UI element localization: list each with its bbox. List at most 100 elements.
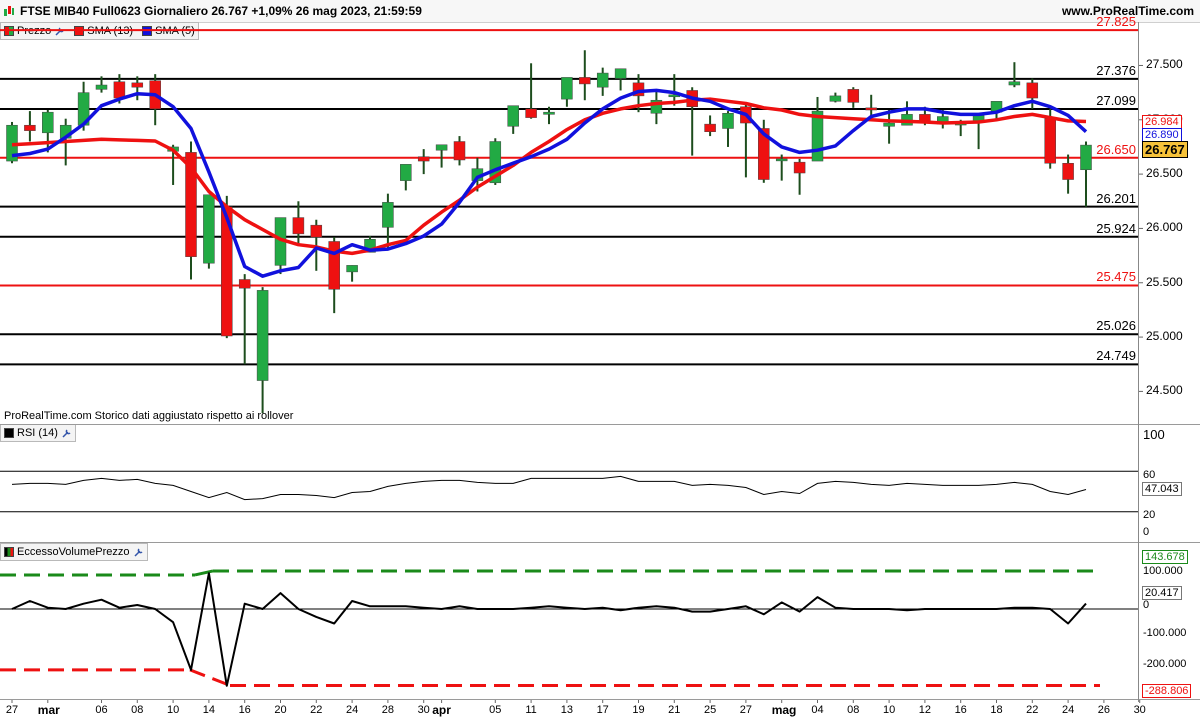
candle-body: [256, 290, 269, 381]
x-tick-label: 18: [990, 704, 1003, 716]
x-tick-label: 22: [310, 704, 323, 716]
evp-upper-band-step: [194, 569, 214, 577]
candle-body: [24, 124, 36, 131]
x-tick-label: 14: [202, 704, 216, 716]
level-label: 25.924: [1096, 220, 1136, 236]
x-tick-label: 06: [95, 704, 108, 716]
candle-body: [310, 224, 323, 238]
candle-body: [1062, 162, 1074, 180]
price-tick-label: 25.500: [1146, 274, 1183, 289]
level-label: 27.099: [1096, 93, 1136, 109]
price-tick-label: 26.500: [1146, 166, 1183, 181]
x-tick-label: 19: [632, 704, 645, 716]
x-tick-label: 10: [882, 704, 896, 716]
candle-body: [1008, 81, 1021, 86]
level-label: 26.650: [1096, 141, 1136, 157]
level-label: 24.749: [1096, 348, 1136, 364]
chart-canvas[interactable]: [0, 0, 1200, 720]
price-axis-line: [1138, 22, 1139, 702]
x-tick-label: 30: [1133, 704, 1146, 716]
candle-body: [113, 81, 126, 99]
rsi-tick-0: 0: [1143, 526, 1150, 538]
x-tick-label: 17: [596, 704, 609, 716]
candle-body: [829, 95, 842, 102]
candle-body: [704, 123, 716, 132]
sma5-value-badge: 26.890: [1142, 128, 1182, 142]
candle-body: [883, 122, 895, 127]
x-tick-label: 08: [131, 704, 144, 716]
x-tick-label: 08: [847, 704, 860, 716]
candle-body: [919, 114, 931, 122]
candle-body: [847, 89, 860, 103]
level-label: 27.376: [1096, 62, 1136, 78]
level-label: 26.201: [1096, 190, 1136, 206]
x-tick-label: 24: [1061, 704, 1075, 716]
candle-body: [525, 108, 537, 118]
candle-body: [561, 77, 573, 100]
x-tick-label: mag: [771, 703, 797, 717]
candle-body: [614, 68, 627, 79]
candle-body: [417, 156, 430, 162]
candle-body: [865, 107, 877, 111]
evp-value-badge: 20.417: [1142, 586, 1182, 600]
rsi-line: [11, 475, 1087, 501]
level-label: 27.825: [1096, 14, 1136, 30]
x-tick-label: 21: [668, 704, 681, 716]
candle-body: [292, 217, 305, 235]
x-tick-label: 25: [703, 704, 717, 716]
x-tick-label: 05: [489, 704, 502, 716]
x-tick-label: 20: [274, 704, 287, 716]
candle-body: [579, 77, 591, 85]
panel-separator: [0, 542, 1200, 543]
candle-body: [382, 202, 394, 228]
candle-body: [238, 279, 251, 289]
candle-body: [543, 111, 555, 115]
candle-body: [400, 164, 412, 181]
candle-body: [596, 72, 609, 88]
x-tick-label: 22: [1026, 704, 1039, 716]
x-tick-label: mar: [37, 703, 60, 717]
candle-body: [507, 105, 519, 127]
x-tick-label: 27: [5, 704, 19, 716]
x-tick-label: 04: [811, 704, 824, 716]
candle-body: [435, 144, 448, 151]
evp-zero-label: 0: [1143, 599, 1150, 611]
price-tick-label: 26.000: [1146, 220, 1183, 235]
candle-body: [42, 111, 54, 134]
x-tick-label: 28: [381, 704, 395, 716]
rsi-tick-100: 100: [1143, 427, 1165, 442]
evp-upper-badge: 143.678: [1142, 550, 1188, 564]
candle-body: [346, 265, 358, 273]
level-label: 25.475: [1096, 269, 1136, 285]
x-tick-label: 11: [525, 704, 537, 716]
x-tick-label: 12: [918, 704, 932, 716]
candle-body: [811, 110, 824, 162]
x-tick-label: 27: [739, 704, 753, 716]
price-tick-label: 25.000: [1146, 329, 1183, 344]
x-tick-label: 26: [1097, 704, 1111, 716]
evp-lower-badge: -288.806: [1142, 684, 1192, 698]
x-tick-label: 16: [954, 704, 967, 716]
evp-tick-minus200000: -200.000: [1143, 658, 1187, 670]
level-label: 25.026: [1096, 318, 1136, 334]
rsi-tick-20: 20: [1143, 509, 1156, 521]
evp-tick-minus100000: -100.000: [1143, 627, 1187, 639]
panel-separator: [0, 424, 1200, 425]
x-tick-label: 13: [560, 704, 574, 716]
evp-tick-100000: 100.000: [1143, 565, 1183, 577]
rsi-tick-60: 60: [1143, 469, 1156, 481]
candle-body: [453, 141, 466, 161]
panel-separator: [0, 699, 1200, 700]
x-tick-label: apr: [432, 703, 451, 717]
x-tick-label: 16: [238, 704, 251, 716]
candle-body: [131, 82, 144, 88]
candle-body: [793, 161, 806, 174]
candle-body: [203, 194, 215, 264]
x-tick-label: 24: [345, 704, 359, 716]
candle-body: [775, 158, 788, 162]
x-tick-label: 10: [166, 704, 180, 716]
candle-body: [95, 84, 108, 90]
price-tick-label: 24.500: [1146, 383, 1183, 398]
price-tick-label: 27.500: [1146, 57, 1183, 72]
last-price-badge: 26.767: [1142, 141, 1188, 158]
